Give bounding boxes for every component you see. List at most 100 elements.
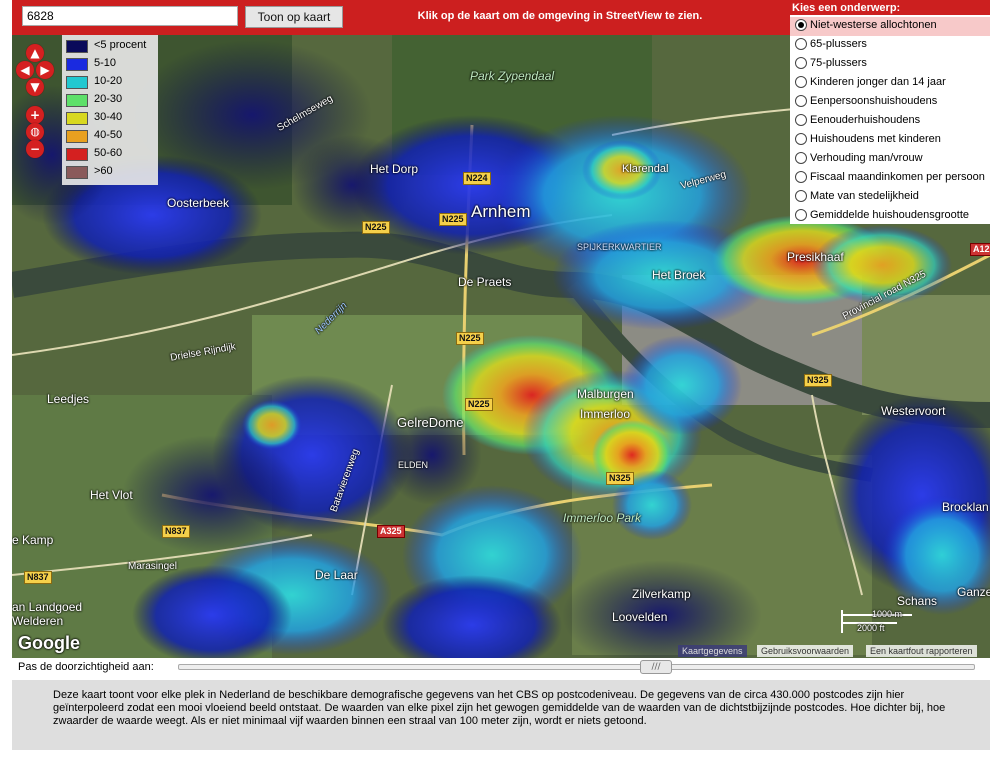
label-loovelden: Loovelden [612,610,668,624]
legend-label: 5-10 [94,57,117,69]
label-park-zypendaal: Park Zypendaal [470,69,555,83]
streetview-hint: Klik op de kaart om de omgeving in Stree… [417,10,703,22]
legend-swatch [66,112,88,125]
radio-button[interactable] [795,152,807,164]
report-error-link[interactable]: Een kaartfout rapporteren [866,645,977,657]
pan-right-button[interactable]: ▶ [36,61,54,79]
legend-swatch [66,130,88,143]
zoom-in-button[interactable]: + [26,106,44,124]
pan-left-button[interactable]: ◀ [16,61,34,79]
label-spijkerkwartier: SPIJKERKWARTIER [577,242,662,252]
label-het-dorp: Het Dorp [370,162,419,176]
radio-button[interactable] [795,76,807,88]
legend-swatch [66,76,88,89]
subject-option[interactable]: Gemiddelde huishoudensgrootte [790,207,990,226]
label-zilverkamp: Zilverkamp [632,587,691,601]
radio-button[interactable] [795,95,807,107]
radio-button[interactable] [795,133,807,145]
label-schans: Schans [897,594,938,608]
subject-option[interactable]: Eenpersoonshuishoudens [790,93,990,112]
subject-option[interactable]: Fiscaal maandinkomen per persoon [790,169,990,188]
label-immerloo-park: Immerloo Park [563,511,642,525]
legend-item: 5-10 [66,56,158,74]
subject-option[interactable]: 65-plussers [790,36,990,55]
subject-option[interactable]: Eenouderhuishoudens [790,112,990,131]
globe-icon[interactable]: ◍ [26,123,44,141]
subject-option[interactable]: Kinderen jonger dan 14 jaar [790,74,990,93]
road-shield-n837: N837 [162,525,190,538]
label-het-vlot: Het Vlot [90,488,133,502]
subject-option-label: Kinderen jonger dan 14 jaar [810,76,946,88]
subject-option[interactable]: Mate van stedelijkheid [790,188,990,207]
label-oosterbeek: Oosterbeek [167,196,230,210]
radio-button[interactable] [795,38,807,50]
road-shield-a12: A12 [970,243,990,256]
road-shield-n225: N225 [362,221,390,234]
legend-item: 30-40 [66,110,158,128]
legend: <5 procent 5-10 10-20 20-30 30-40 40-50 50-60 >… [62,35,158,185]
label-de-praets: De Praets [458,275,512,289]
label-kamp: e Kamp [12,533,54,547]
legend-label: 30-40 [94,111,123,123]
label-arnhem: Arnhem [471,202,531,221]
opacity-slider-track[interactable] [178,664,975,670]
radio-button[interactable] [795,171,807,183]
google-logo: Google [18,633,80,653]
subject-option[interactable]: Niet-westerse allochtonen [790,17,990,36]
scale-meters: 1000 m [872,609,903,619]
opacity-label: Pas de doorzichtigheid aan: [18,661,154,673]
radio-button[interactable] [795,19,807,31]
road-shield-n325: N325 [804,374,832,387]
subject-option-label: 65-plussers [810,38,867,50]
legend-label: 20-30 [94,93,123,105]
road-shield-n325: N325 [606,472,634,485]
label-immerloo: Immerloo [580,407,631,421]
legend-swatch [66,148,88,161]
postcode-search-input[interactable] [22,6,238,26]
subject-option-label: 75-plussers [810,57,867,69]
legend-label: 50-60 [94,147,123,159]
description-text: Deze kaart toont voor elke plek in Neder… [53,689,946,727]
legend-item: 10-20 [66,74,158,92]
subject-option[interactable]: 75-plussers [790,55,990,74]
label-brocklan: Brocklan [942,500,989,514]
label-gelredome: GelreDome [397,415,464,430]
road-shield-n224: N224 [463,172,491,185]
subject-option[interactable]: Huishoudens met kinderen [790,131,990,150]
subject-option-label: Huishoudens met kinderen [810,133,941,145]
pan-up-button[interactable]: ▲ [26,44,44,62]
label-leedjes: Leedjes [47,392,90,406]
label-de-laar: De Laar [315,568,358,582]
zoom-out-button[interactable]: − [26,140,44,158]
legend-item: 40-50 [66,128,158,146]
terms-link[interactable]: Gebruiksvoorwaarden [757,645,854,657]
opacity-slider-thumb[interactable]: /// [640,660,672,674]
radio-button[interactable] [795,114,807,126]
subject-option-label: Verhouding man/vrouw [810,152,923,164]
road-shield-n837: N837 [24,571,52,584]
legend-label: <5 procent [94,39,147,51]
legend-item: <5 procent [66,38,158,56]
subject-option-label: Fiscaal maandinkomen per persoon [810,171,985,183]
subject-option[interactable]: Verhouding man/vrouw [790,150,990,169]
subject-panel-title: Kies een onderwerp: [792,2,901,14]
radio-button[interactable] [795,209,807,221]
label-landgoed-welderen: an Landgoed Welderen [12,600,83,628]
legend-swatch [66,40,88,53]
road-shield-a325: A325 [377,525,405,538]
subject-option-label: Eenpersoonshuishoudens [810,95,938,107]
subject-option-label: Niet-westerse allochtonen [810,19,937,31]
radio-button[interactable] [795,57,807,69]
map-data-link[interactable]: Kaartgegevens [678,645,747,657]
legend-swatch [66,166,88,179]
road-shield-n225: N225 [456,332,484,345]
label-westervoort: Westervoort [881,404,946,418]
legend-item: >60 [66,164,158,182]
radio-button[interactable] [795,190,807,202]
legend-label: >60 [94,165,113,177]
show-on-map-button[interactable]: Toon op kaart [245,6,343,28]
pan-down-button[interactable]: ▼ [26,78,44,96]
label-klarendal: Klarendal [622,163,669,175]
label-het-broek: Het Broek [652,268,706,282]
road-shield-n225: N225 [439,213,467,226]
